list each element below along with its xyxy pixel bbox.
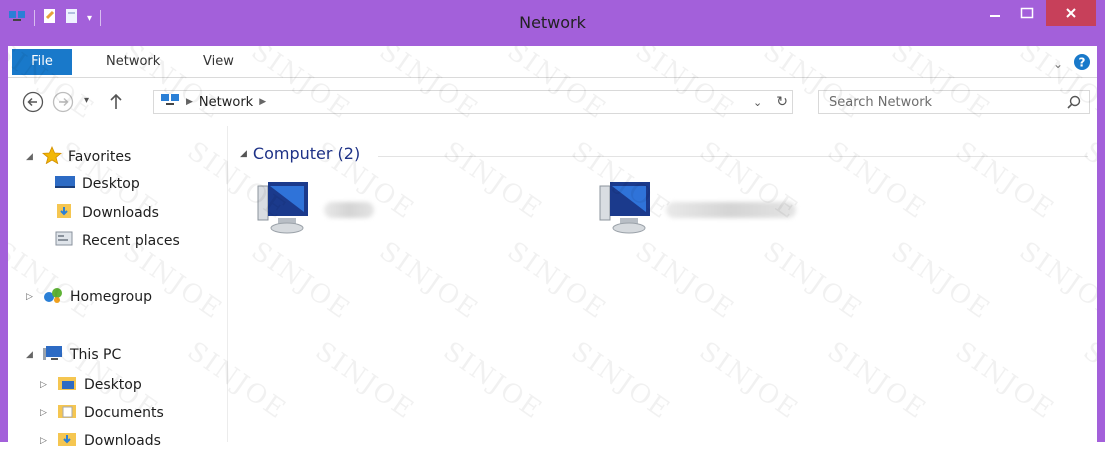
nav-this-pc-desktop[interactable]: ▷ Desktop: [40, 374, 142, 396]
expanded-chevron-icon-2[interactable]: ◢: [26, 350, 36, 360]
nav-favorites-recent[interactable]: Recent places: [54, 230, 180, 252]
content-pane: ◢ Computer (2): [228, 126, 1097, 442]
nav-this-pc-documents-label: Documents: [84, 405, 164, 421]
nav-this-pc-documents[interactable]: ▷ Documents: [40, 402, 164, 424]
breadcrumb-network[interactable]: Network: [199, 95, 253, 110]
maximize-button[interactable]: [1012, 0, 1042, 26]
desktop-icon: [54, 174, 76, 194]
address-row: ▾ ▶ Network ▶ ⌄ ↻ Search Network: [8, 80, 1097, 124]
search-input[interactable]: Search Network: [818, 90, 1090, 114]
nav-homegroup-label: Homegroup: [70, 289, 153, 305]
computer-icon-2: [598, 178, 656, 242]
up-arrow-icon: [110, 93, 122, 109]
address-tools: ⌄ ↻: [753, 94, 788, 110]
close-icon: [1066, 8, 1076, 18]
breadcrumb-separator-icon-2[interactable]: ▶: [259, 97, 266, 107]
downloads-folder-icon: [54, 202, 76, 224]
up-button[interactable]: [108, 91, 124, 115]
group-collapse-icon[interactable]: ◢: [240, 149, 247, 159]
tab-file[interactable]: File: [12, 49, 72, 75]
computer-item-1[interactable]: [256, 178, 374, 242]
address-bar[interactable]: ▶ Network ▶ ⌄ ↻: [153, 90, 793, 114]
maximize-icon: [1020, 7, 1034, 19]
tab-network[interactable]: Network: [106, 47, 160, 76]
title-bar[interactable]: ▾ Network: [0, 0, 1105, 46]
computer-icon: [256, 178, 314, 242]
ribbon-right-controls: ⌄ ?: [1053, 53, 1091, 75]
collapsed-chevron-icon-4[interactable]: ▷: [40, 436, 50, 446]
group-divider: [378, 156, 1088, 157]
recent-places-icon: [54, 230, 76, 252]
recent-locations-chevron-icon[interactable]: ▾: [84, 95, 89, 106]
help-icon[interactable]: ?: [1073, 53, 1091, 75]
minimize-button[interactable]: [980, 0, 1010, 26]
network-location-icon: [160, 92, 180, 112]
search-icon[interactable]: [1067, 95, 1081, 113]
nav-favorites-desktop-label: Desktop: [82, 176, 140, 192]
back-button[interactable]: [22, 91, 44, 117]
nav-this-pc[interactable]: ◢ This PC: [26, 344, 121, 366]
forward-arrow-icon: [52, 91, 74, 113]
ribbon: File Network View ⌄ ?: [8, 47, 1097, 78]
collapsed-chevron-icon[interactable]: ▷: [26, 292, 36, 302]
minimize-icon: [990, 15, 1000, 17]
this-pc-icon: [42, 344, 64, 366]
collapsed-chevron-icon-3[interactable]: ▷: [40, 408, 50, 418]
homegroup-icon: [42, 286, 64, 308]
expand-ribbon-icon[interactable]: ⌄: [1053, 57, 1063, 71]
nav-favorites-label: Favorites: [68, 149, 132, 165]
nav-favorites-recent-label: Recent places: [82, 233, 180, 249]
nav-this-pc-label: This PC: [70, 347, 122, 363]
navigation-pane: ◢ Favorites Desktop Downloads Recent pla…: [8, 126, 228, 449]
group-header-label: Computer (2): [252, 144, 361, 163]
star-icon: [41, 145, 63, 168]
group-header-computer[interactable]: ◢ Computer (2): [240, 144, 360, 163]
back-arrow-icon: [22, 91, 44, 113]
computer-name-redacted-2: [666, 202, 796, 218]
nav-favorites[interactable]: ◢ Favorites: [26, 145, 132, 168]
collapsed-chevron-icon-2[interactable]: ▷: [40, 380, 50, 390]
nav-favorites-downloads-label: Downloads: [82, 205, 159, 221]
nav-this-pc-downloads[interactable]: ▷ Downloads: [40, 430, 161, 452]
refresh-icon[interactable]: ↻: [776, 94, 788, 110]
breadcrumb-separator-icon[interactable]: ▶: [186, 97, 193, 107]
forward-button[interactable]: [52, 91, 74, 117]
close-button[interactable]: [1046, 0, 1096, 26]
computer-item-2[interactable]: [598, 178, 796, 242]
nav-homegroup[interactable]: ▷ Homegroup: [26, 286, 152, 308]
expanded-chevron-icon[interactable]: ◢: [26, 152, 36, 162]
tab-view[interactable]: View: [203, 47, 234, 76]
search-placeholder: Search Network: [829, 95, 933, 110]
nav-favorites-desktop[interactable]: Desktop: [54, 174, 140, 194]
nav-this-pc-desktop-label: Desktop: [84, 377, 142, 393]
downloads-folder-icon-2: [56, 430, 78, 452]
documents-folder-icon: [56, 402, 78, 424]
window-title: Network: [519, 13, 586, 32]
nav-this-pc-downloads-label: Downloads: [84, 433, 161, 449]
svg-text:?: ?: [1079, 56, 1086, 70]
address-dropdown-icon[interactable]: ⌄: [753, 96, 762, 109]
desktop-folder-icon: [56, 374, 78, 396]
nav-favorites-downloads[interactable]: Downloads: [54, 202, 159, 224]
computer-name-redacted: [324, 202, 374, 218]
breadcrumb: ▶ Network ▶: [154, 92, 266, 112]
